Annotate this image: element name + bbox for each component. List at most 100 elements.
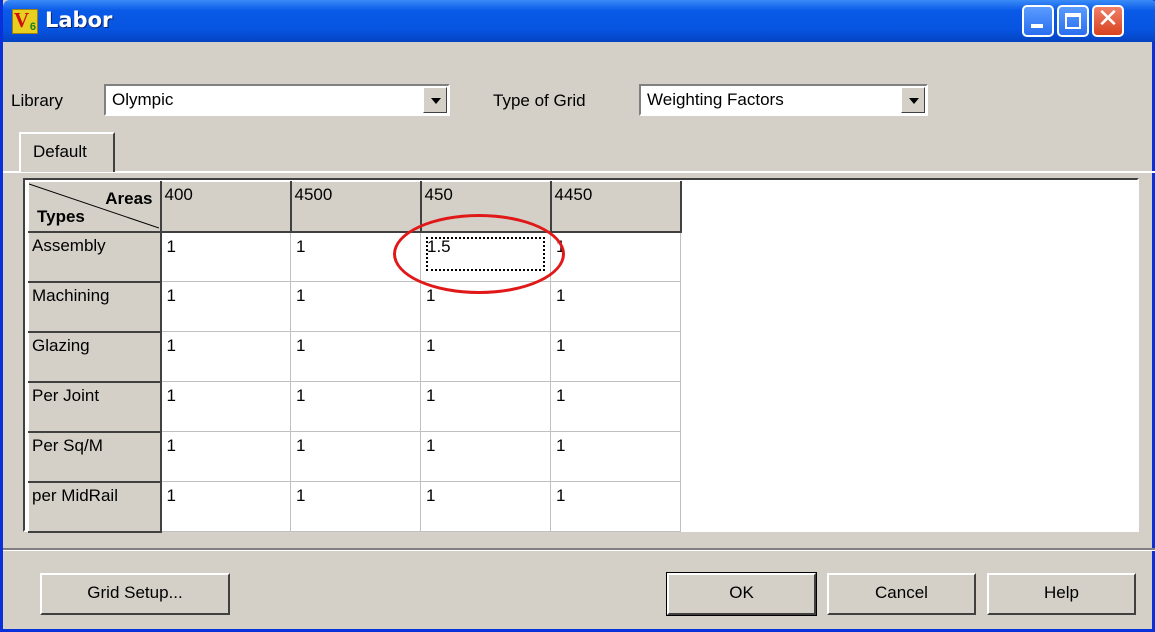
grid-cell[interactable]: 1	[290, 231, 421, 282]
cell-value: 1	[556, 486, 566, 505]
cell-value: 1	[426, 436, 436, 455]
cell-value: 1	[166, 486, 176, 505]
close-icon: ✕	[1097, 4, 1119, 34]
grid-cell[interactable]: 1	[550, 231, 681, 282]
grid-cell[interactable]: 1	[290, 431, 421, 482]
cell-value: 1	[166, 236, 176, 256]
column-header[interactable]: 450	[420, 181, 552, 233]
cell-value: 1	[426, 486, 436, 505]
column-header-label: 4450	[554, 185, 593, 204]
grid-cell[interactable]: 1	[420, 481, 551, 532]
grid-cell[interactable]: 1	[160, 381, 291, 432]
cell-value: 1	[166, 286, 176, 305]
column-header[interactable]: 4500	[290, 181, 422, 233]
column-header[interactable]: 400	[160, 181, 292, 233]
cell-value: 1	[166, 336, 176, 355]
cell-value: 1	[556, 386, 566, 405]
tab-default[interactable]: Default	[19, 132, 115, 172]
row-header-label: Machining	[32, 285, 110, 305]
corner-types-label: Types	[37, 207, 85, 226]
tab-divider	[3, 171, 1155, 173]
grid-type-dropdown-button[interactable]	[901, 87, 925, 113]
tab-default-label: Default	[33, 142, 87, 161]
cell-value: 1	[166, 386, 176, 405]
row-header[interactable]: per MidRail	[28, 481, 162, 533]
row-header-label: Glazing	[32, 335, 90, 355]
cell-value: 1	[166, 436, 176, 455]
row-header-label: per MidRail	[32, 485, 118, 505]
corner-areas-label: Areas	[105, 189, 153, 208]
maximize-button[interactable]	[1057, 5, 1089, 37]
table-row: per MidRail 1 1 1 1	[28, 481, 681, 533]
close-button[interactable]: ✕	[1092, 4, 1124, 37]
table-row: Per Joint 1 1 1 1	[28, 381, 681, 433]
cell-value: 1	[296, 236, 306, 256]
grid-cell[interactable]: 1	[290, 331, 421, 382]
column-header[interactable]: 4450	[550, 181, 682, 233]
cell-value: 1	[426, 336, 436, 355]
grid-cell-focused[interactable]: 1.5	[420, 231, 551, 282]
row-header-label: Per Joint	[32, 385, 100, 405]
cancel-button[interactable]: Cancel	[827, 573, 976, 615]
grid-table: Areas Types 400 4500 450 4450 Assembly 1…	[28, 181, 682, 533]
table-row: Assembly 1 1 1.5 1	[28, 231, 681, 283]
grid-cell[interactable]: 1	[290, 481, 421, 532]
grid-cell[interactable]: 1	[290, 381, 421, 432]
cell-value: 1	[296, 336, 306, 355]
grid-cell[interactable]: 1	[550, 481, 681, 532]
row-header[interactable]: Per Sq/M	[28, 431, 162, 483]
column-header-label: 4500	[294, 185, 333, 204]
column-header-label: 450	[424, 185, 453, 204]
cell-value: 1	[426, 286, 436, 305]
row-header-label: Per Sq/M	[32, 435, 103, 455]
library-value: Olympic	[112, 90, 174, 109]
grid-type-value: Weighting Factors	[647, 90, 784, 109]
row-header[interactable]: Machining	[28, 281, 162, 333]
row-header[interactable]: Glazing	[28, 331, 162, 383]
grid-setup-button[interactable]: Grid Setup...	[40, 573, 230, 615]
window-title: Labor	[45, 8, 113, 32]
row-header[interactable]: Per Joint	[28, 381, 162, 433]
grid-cell[interactable]: 1	[290, 281, 421, 332]
grid-cell[interactable]: 1	[160, 481, 291, 532]
table-row: Machining 1 1 1 1	[28, 281, 681, 333]
cell-value: 1	[556, 236, 566, 256]
cell-value: 1	[556, 436, 566, 455]
column-header-label: 400	[164, 185, 193, 204]
grid-cell[interactable]: 1	[420, 281, 551, 332]
library-dropdown-button[interactable]	[423, 87, 447, 113]
row-header[interactable]: Assembly	[28, 231, 162, 283]
grid-cell[interactable]: 1	[550, 281, 681, 332]
labor-dialog: V6 Labor ✕ Library Olympic Type of Grid …	[0, 0, 1155, 632]
grid-cell[interactable]: 1	[550, 331, 681, 382]
grid-cell[interactable]: 1	[550, 381, 681, 432]
row-header-label: Assembly	[32, 235, 106, 255]
cell-value: 1	[556, 336, 566, 355]
grid-cell[interactable]: 1	[420, 431, 551, 482]
grid-cell[interactable]: 1	[160, 281, 291, 332]
table-row: Per Sq/M 1 1 1 1	[28, 431, 681, 483]
grid-type-label: Type of Grid	[493, 91, 586, 110]
cell-value: 1.5	[425, 236, 546, 272]
grid-cell[interactable]: 1	[160, 331, 291, 382]
grid-cell[interactable]: 1	[160, 431, 291, 482]
cell-value: 1	[296, 386, 306, 405]
title-bar[interactable]: V6 Labor ✕	[3, 0, 1155, 42]
grid-cell[interactable]: 1	[420, 381, 551, 432]
grid-corner-header: Areas Types	[28, 181, 162, 233]
cell-value: 1	[426, 386, 436, 405]
minimize-button[interactable]	[1022, 5, 1054, 37]
grid-type-combo[interactable]: Weighting Factors	[639, 84, 928, 116]
footer-divider	[3, 548, 1155, 551]
ok-button[interactable]: OK	[666, 572, 817, 616]
library-combo[interactable]: Olympic	[104, 84, 450, 116]
cell-value: 1	[556, 286, 566, 305]
cell-value: 1	[296, 286, 306, 305]
grid-cell[interactable]: 1	[160, 231, 291, 282]
grid-cell[interactable]: 1	[420, 331, 551, 382]
weighting-grid[interactable]: Areas Types 400 4500 450 4450 Assembly 1…	[23, 178, 1139, 533]
cell-value: 1	[296, 436, 306, 455]
help-button[interactable]: Help	[987, 573, 1136, 615]
grid-cell[interactable]: 1	[550, 431, 681, 482]
table-row: Glazing 1 1 1 1	[28, 331, 681, 383]
